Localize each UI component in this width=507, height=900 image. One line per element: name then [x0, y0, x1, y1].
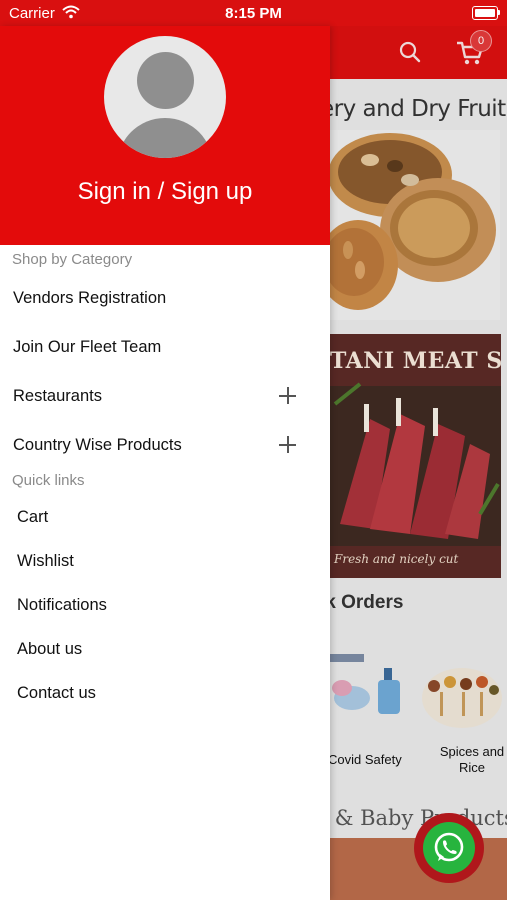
- menu-item-label: Country Wise Products: [13, 435, 182, 454]
- quick-link-label: Cart: [17, 507, 49, 526]
- menu-item-label: Vendors Registration: [13, 288, 167, 307]
- whatsapp-icon: [434, 832, 464, 862]
- expand-restaurants-plus-icon[interactable]: [279, 387, 297, 405]
- avatar-body-shape: [117, 118, 213, 158]
- quick-link-about-us[interactable]: About us: [17, 631, 307, 667]
- battery-level: [475, 9, 495, 17]
- quick-link-cart[interactable]: Cart: [17, 499, 307, 535]
- avatar-head-shape: [137, 52, 194, 109]
- avatar[interactable]: [104, 36, 226, 158]
- quick-link-label: Contact us: [17, 683, 96, 702]
- quick-link-label: Notifications: [17, 595, 107, 614]
- clock-time: 8:15 PM: [225, 5, 282, 22]
- battery-tip: [498, 10, 500, 15]
- menu-item-restaurants[interactable]: Restaurants: [13, 376, 313, 416]
- battery-icon: [472, 6, 498, 20]
- drawer-header: Sign in / Sign up: [0, 26, 330, 245]
- quick-links-title: Quick links: [12, 472, 85, 489]
- menu-item-country-wise-products[interactable]: Country Wise Products: [13, 425, 313, 465]
- quick-link-contact-us[interactable]: Contact us: [17, 675, 307, 711]
- shop-by-category-title: Shop by Category: [12, 251, 133, 268]
- navigation-drawer: Sign in / Sign up Shop by Category Vendo…: [0, 26, 330, 900]
- sign-in-sign-up-link[interactable]: Sign in / Sign up: [0, 178, 330, 206]
- expand-country-wise-products-plus-icon[interactable]: [279, 436, 297, 454]
- quick-link-label: Wishlist: [17, 551, 74, 570]
- quick-link-notifications[interactable]: Notifications: [17, 587, 307, 623]
- whatsapp-icon-background: [423, 822, 475, 874]
- menu-item-join-fleet-team[interactable]: Join Our Fleet Team: [13, 327, 313, 367]
- menu-item-label: Join Our Fleet Team: [13, 337, 162, 356]
- quick-link-label: About us: [17, 639, 83, 658]
- menu-item-vendors-registration[interactable]: Vendors Registration: [13, 278, 313, 318]
- status-bar: Carrier 8:15 PM: [0, 0, 507, 26]
- menu-item-label: Restaurants: [13, 386, 102, 405]
- whatsapp-button[interactable]: [414, 813, 484, 883]
- quick-link-wishlist[interactable]: Wishlist: [17, 543, 307, 579]
